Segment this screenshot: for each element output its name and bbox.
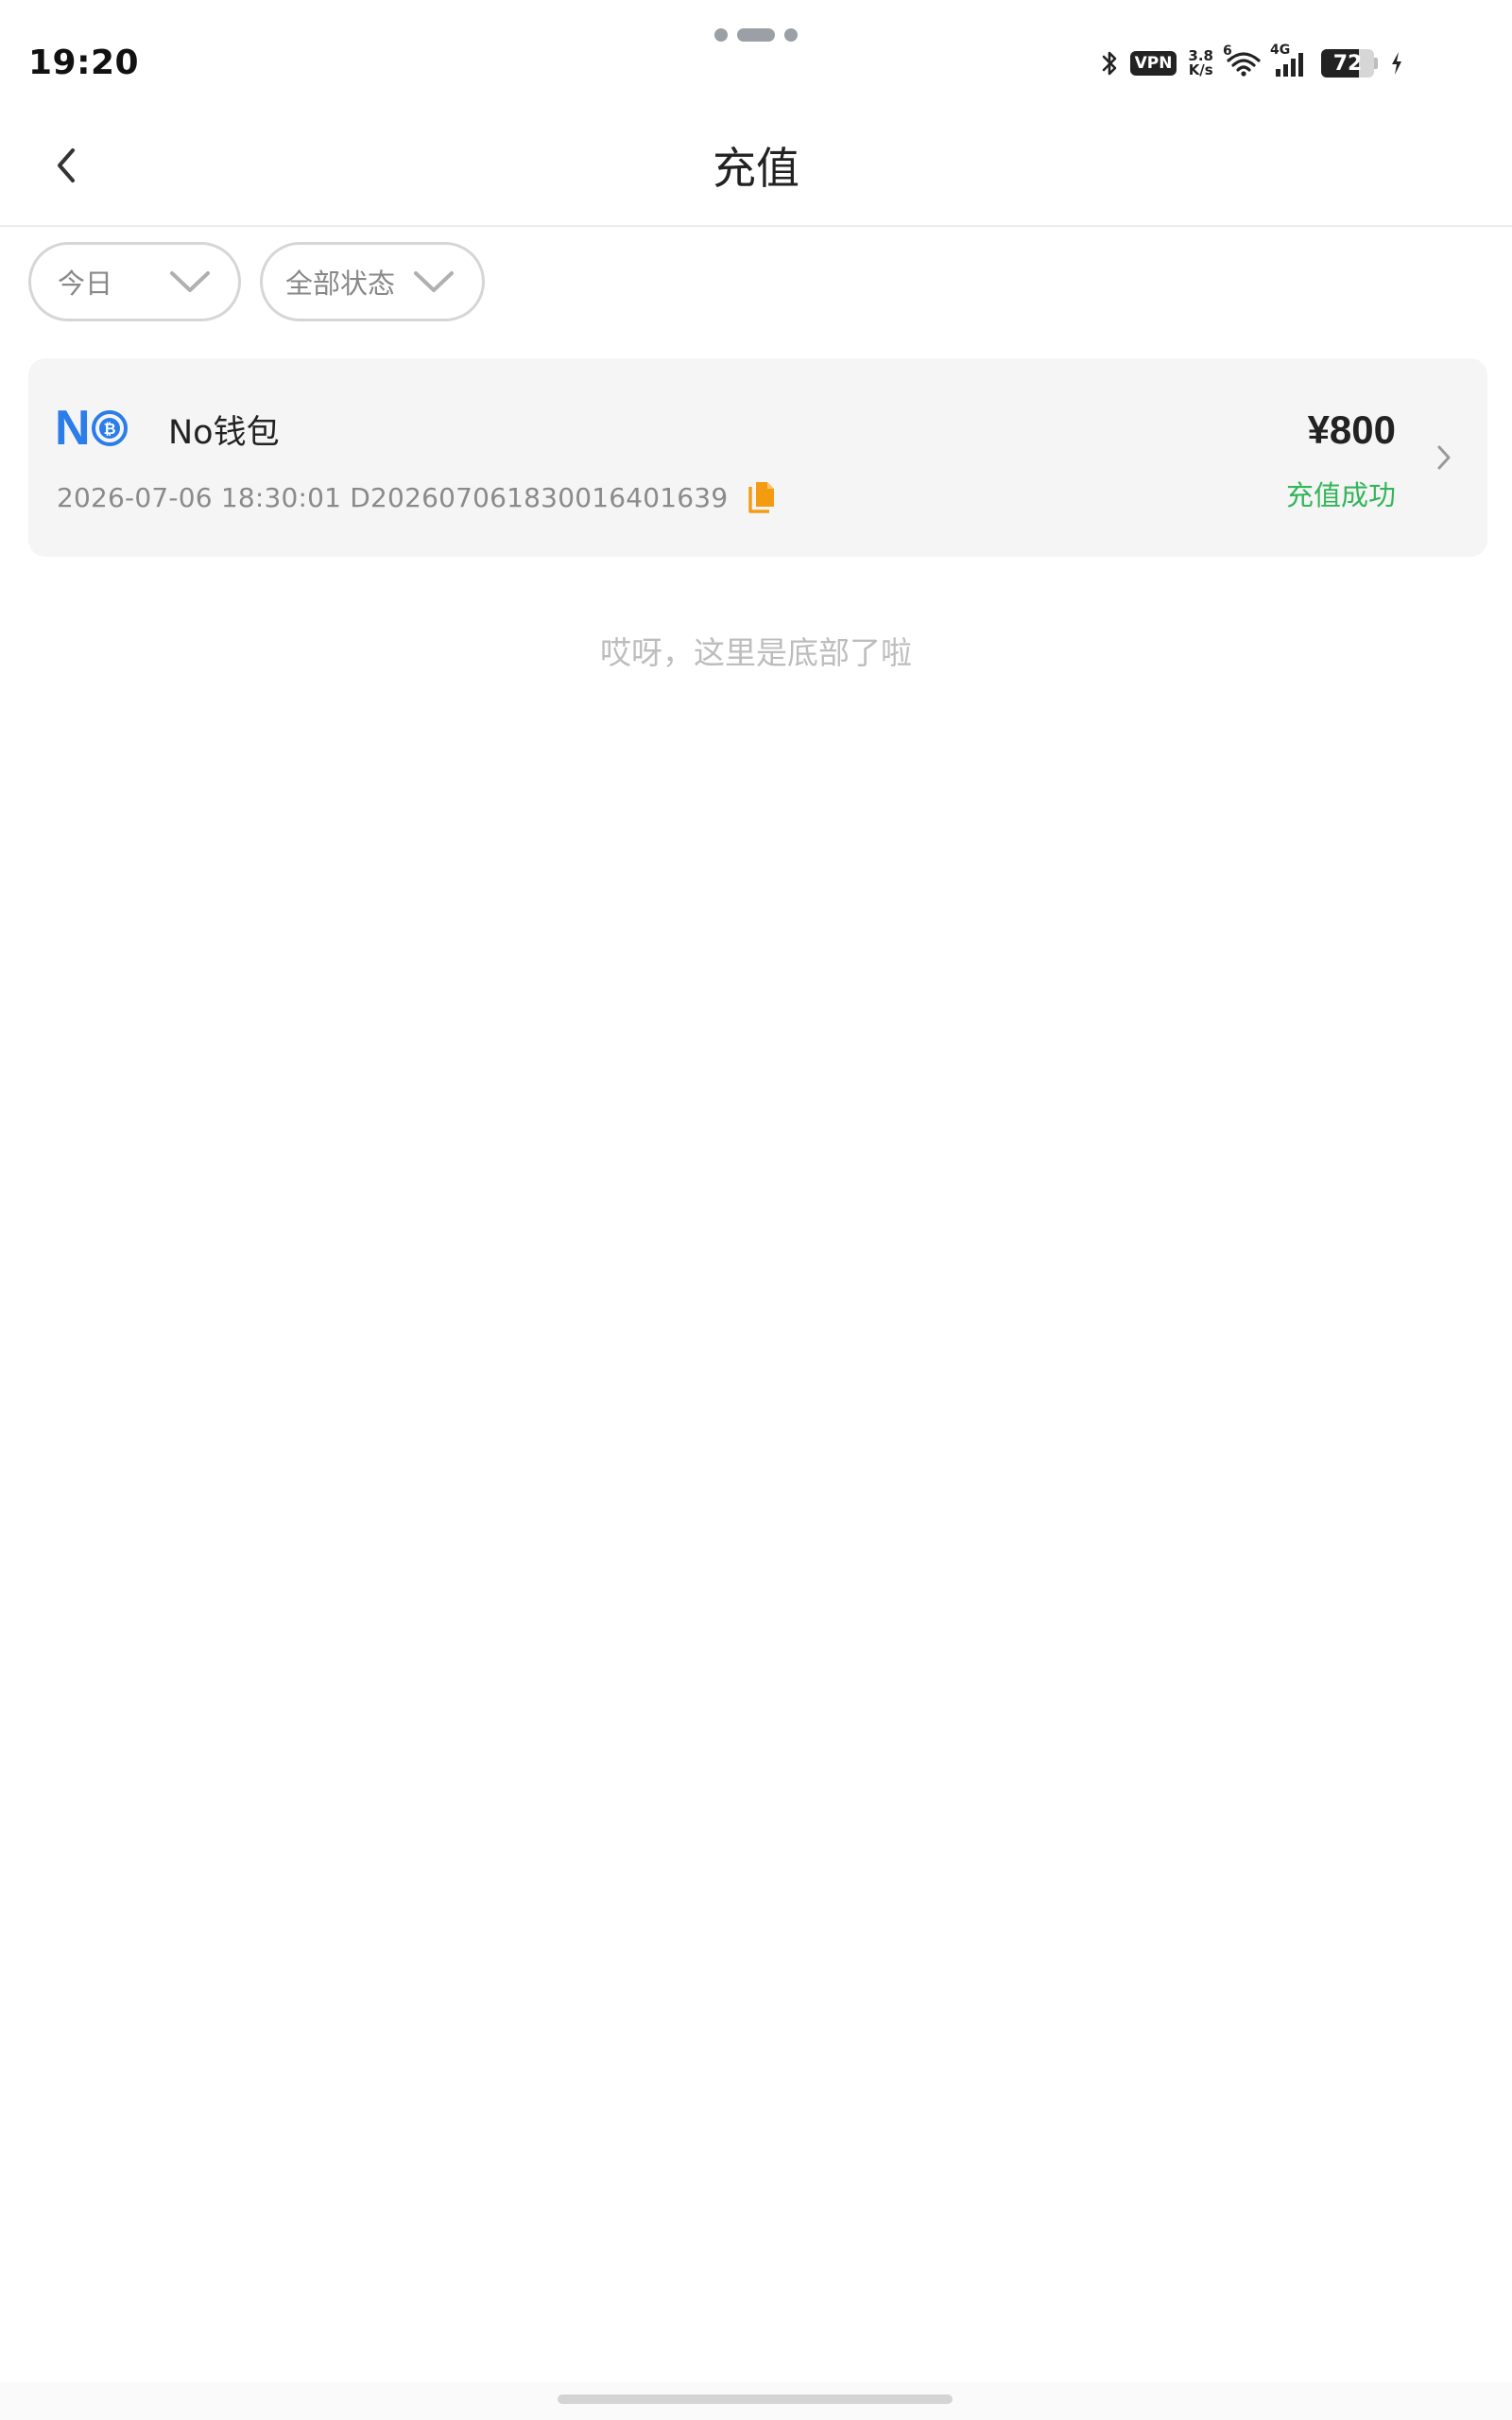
filter-bar: 今日 全部状态 [28, 242, 485, 321]
network-speed: 3.8 K/s [1188, 49, 1213, 78]
chevron-down-icon [170, 271, 210, 292]
navigation-bar: 充值 [0, 104, 1512, 227]
date-filter-dropdown[interactable]: 今日 [28, 242, 241, 321]
recharge-record-card[interactable]: N ₿ No钱包 2026-07-06 18:30:01 D2026070618… [28, 358, 1487, 557]
status-icons: VPN 3.8 K/s 6 4G 72 [1100, 43, 1404, 78]
status-bar: 19:20 VPN 3.8 K/s 6 4G 72 [0, 0, 1512, 104]
wallet-name: No钱包 [168, 414, 280, 452]
wallet-logo: N ₿ [55, 404, 129, 453]
date-filter-label: 今日 [58, 268, 113, 300]
status-filter-dropdown[interactable]: 全部状态 [260, 242, 485, 321]
page-title: 充值 [713, 143, 799, 194]
handle-dot [737, 28, 775, 42]
wifi-icon: 6 [1223, 43, 1263, 78]
handle-dot [784, 28, 798, 42]
network-type: 4G [1270, 43, 1291, 58]
record-datetime-order-id: 2026-07-06 18:30:01 D2026070618300164016… [57, 481, 729, 513]
battery-tip [1374, 58, 1378, 69]
charging-icon [1389, 50, 1404, 77]
copy-order-id-button[interactable] [745, 479, 777, 515]
vpn-badge: VPN [1129, 51, 1177, 76]
battery-level: 72 [1332, 51, 1363, 76]
svg-text:₿: ₿ [103, 420, 115, 438]
recharge-records-page: 19:20 VPN 3.8 K/s 6 4G 72 充值 今日 全部状态 N ₿… [0, 0, 1512, 2420]
record-amount: ¥800 [1307, 407, 1396, 452]
copy-icon [748, 482, 775, 513]
bluetooth-icon [1100, 49, 1119, 78]
cellular-signal-icon: 4G [1270, 43, 1310, 77]
handle-dot [714, 28, 728, 42]
bitcoin-icon: ₿ [91, 410, 128, 446]
record-meta: 2026-07-06 18:30:01 D2026070618300164016… [57, 479, 777, 515]
end-of-list-note: 哎呀，这里是底部了啦 [600, 634, 912, 671]
wifi-tag: 6 [1223, 43, 1232, 59]
status-time: 19:20 [28, 43, 140, 82]
network-speed-unit: K/s [1188, 61, 1213, 78]
record-status: 充值成功 [1285, 479, 1396, 511]
battery-icon: 72 [1321, 49, 1378, 78]
chevron-down-icon [414, 271, 454, 292]
battery-body: 72 [1321, 49, 1374, 78]
wallet-logo-letter: N [55, 401, 91, 456]
home-indicator[interactable] [558, 2394, 953, 2404]
chevron-right-icon [1437, 445, 1451, 470]
status-filter-label: 全部状态 [285, 268, 396, 300]
window-handle[interactable] [714, 28, 798, 42]
